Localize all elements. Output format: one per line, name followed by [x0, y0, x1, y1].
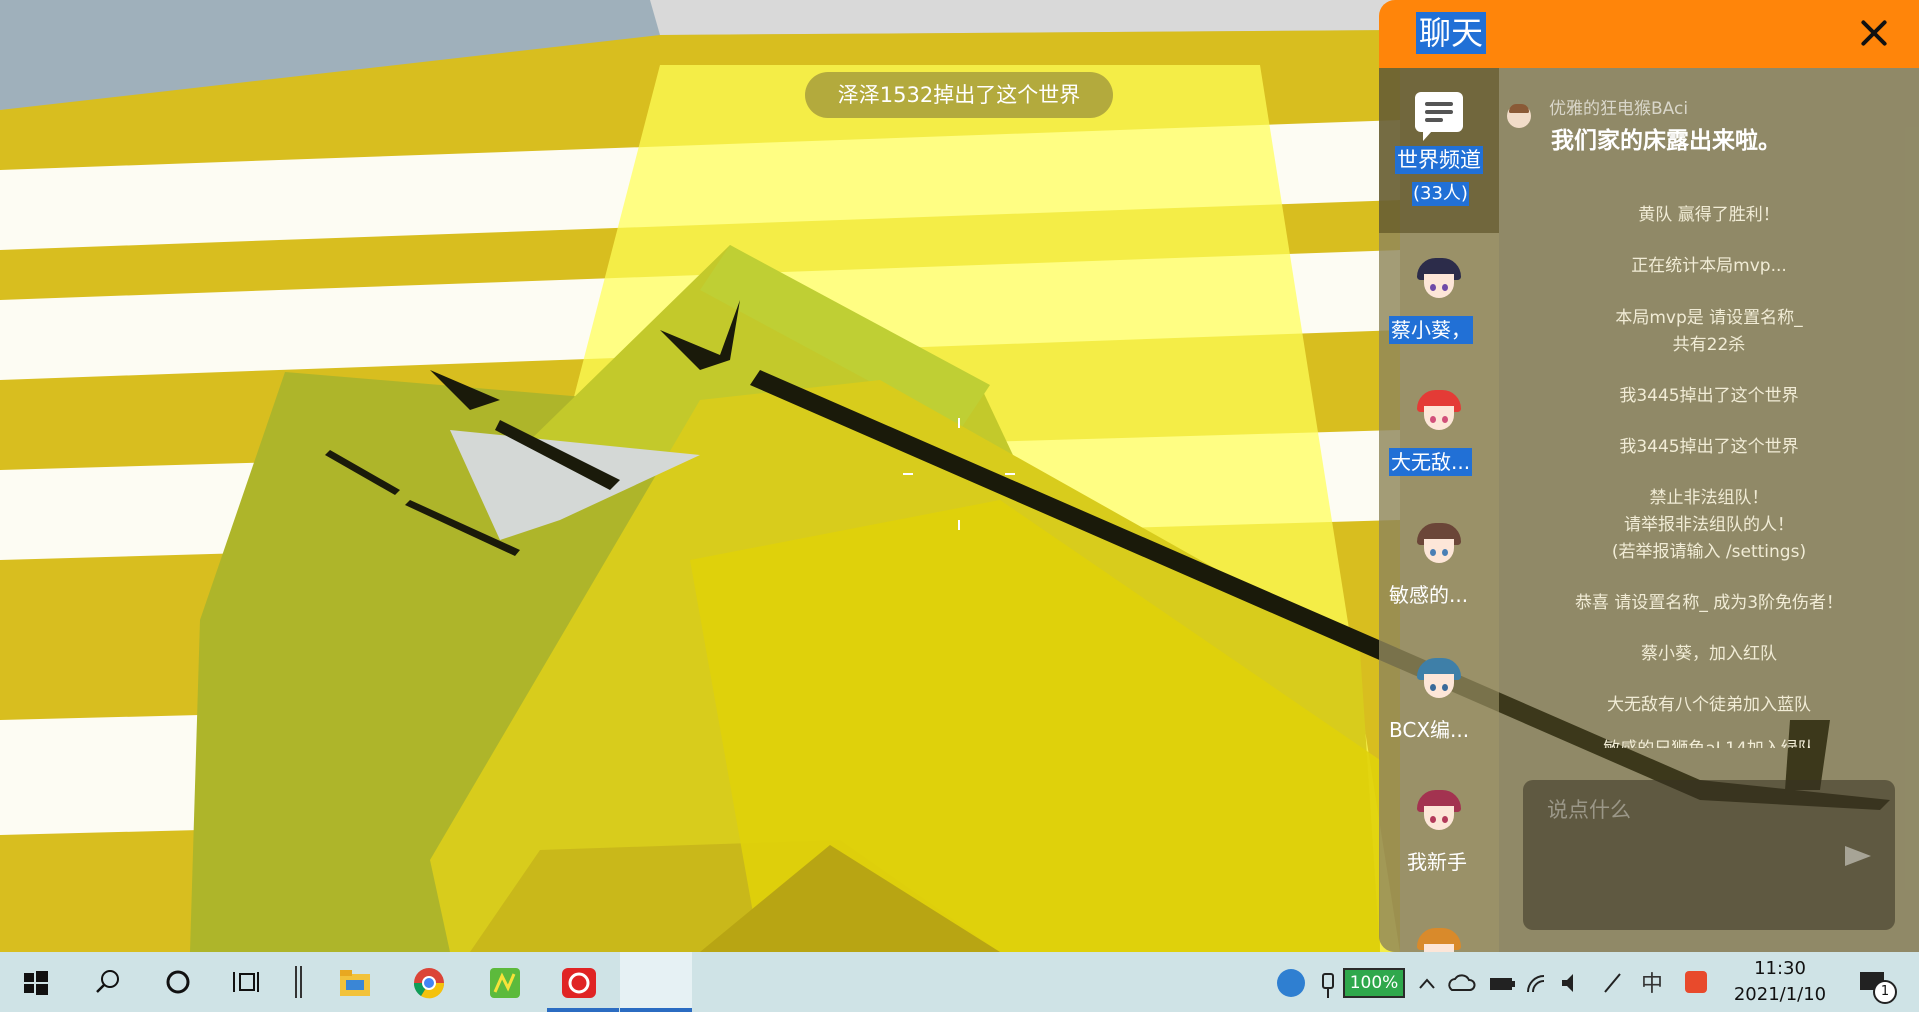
- system-message: 敏感的兄狮鱼aL14加入绿队: [1499, 736, 1919, 748]
- taskbar-netease-music-button[interactable]: [547, 952, 619, 1012]
- system-message: 本局mvp是 请设置名称_: [1615, 308, 1803, 328]
- user-item[interactable]: 敏感的...: [1379, 523, 1499, 643]
- chat-panel: 聊天 世界频道 (33人) 蔡小葵， 大无敌... 敏感的... BCX编...…: [1379, 0, 1919, 952]
- search-button[interactable]: [74, 952, 146, 1012]
- message-sender: 优雅的狂电猴BAci: [1549, 99, 1689, 119]
- taskbar-icons-graphic: [24, 966, 1884, 1000]
- start-button[interactable]: [0, 952, 70, 1012]
- task-view-button[interactable]: [215, 952, 287, 1012]
- input-method-indicator[interactable]: 中: [1641, 966, 1663, 998]
- avatar: [1417, 390, 1461, 434]
- chat-message: 优雅的狂电猴BAci 我们家的床露出来啦。: [1499, 98, 1919, 173]
- system-message: 正在统计本局mvp...: [1631, 256, 1787, 276]
- chat-input-box: [1523, 780, 1895, 930]
- channel-member-count: (33人): [1412, 182, 1469, 206]
- user-name: 大无敌...: [1389, 448, 1473, 476]
- user-item[interactable]: 我新手: [1379, 790, 1499, 910]
- clock-date: 2021/1/10: [1733, 984, 1827, 1005]
- user-item[interactable]: [1379, 928, 1499, 952]
- chat-bubble-icon: [1415, 92, 1463, 141]
- notification-badge[interactable]: 1: [1873, 980, 1897, 1004]
- chat-body: 世界频道 (33人) 蔡小葵， 大无敌... 敏感的... BCX编... 我新…: [1379, 68, 1919, 952]
- channel-name: 世界频道: [1395, 146, 1483, 174]
- avatar: [1417, 928, 1461, 952]
- chat-title: 聊天: [1416, 12, 1487, 54]
- system-clock[interactable]: 11:30 2021/1/10: [1720, 956, 1840, 1008]
- chat-header: 聊天: [1379, 0, 1919, 68]
- taskbar-game-button[interactable]: [620, 952, 692, 1012]
- chat-sidebar: 世界频道 (33人) 蔡小葵， 大无敌... 敏感的... BCX编... 我新…: [1379, 68, 1499, 952]
- user-name: BCX编...: [1389, 718, 1470, 742]
- send-icon[interactable]: [1845, 846, 1871, 866]
- system-message: 黄队 赢得了胜利！: [1638, 205, 1780, 225]
- message-text: 我们家的床露出来啦。: [1551, 128, 1781, 154]
- cortana-button[interactable]: [145, 952, 217, 1012]
- broadcast-message: 泽泽1532掉出了这个世界: [805, 72, 1113, 118]
- system-message: 共有22杀: [1672, 335, 1746, 355]
- taskbar: 100% 中 11:30 2021/1/10 1: [0, 952, 1919, 1012]
- user-name: 我新手: [1407, 850, 1467, 874]
- system-message: 蔡小葵，加入红队: [1641, 644, 1777, 664]
- system-message: 大无敌有八个徒弟加入蓝队: [1607, 695, 1811, 715]
- clock-time: 11:30: [1754, 958, 1806, 979]
- chat-input[interactable]: [1545, 794, 1849, 826]
- user-name: 蔡小葵，: [1389, 316, 1473, 344]
- user-item[interactable]: BCX编...: [1379, 658, 1499, 778]
- avatar: [1417, 258, 1461, 302]
- taskbar-chrome-button[interactable]: [394, 952, 466, 1012]
- close-icon[interactable]: [1855, 14, 1893, 52]
- system-message: (若举报请输入 /settings): [1611, 542, 1807, 562]
- system-message: 请举报非法组队的人！: [1624, 515, 1794, 535]
- system-message: 我3445掉出了这个世界: [1619, 386, 1799, 406]
- taskbar-file-explorer-button[interactable]: [318, 952, 390, 1012]
- avatar: [1417, 658, 1461, 702]
- system-message: 禁止非法组队！: [1649, 488, 1769, 508]
- system-message: 我3445掉出了这个世界: [1619, 437, 1799, 457]
- battery-percentage[interactable]: 100%: [1343, 968, 1405, 998]
- user-item[interactable]: 大无敌...: [1379, 390, 1499, 510]
- user-item[interactable]: 蔡小葵，: [1379, 258, 1499, 378]
- world-channel-tab[interactable]: 世界频道 (33人): [1379, 68, 1499, 233]
- avatar: [1417, 523, 1461, 567]
- user-name: 敏感的...: [1389, 583, 1469, 607]
- message-list[interactable]: 优雅的狂电猴BAci 我们家的床露出来啦。 黄队 赢得了胜利！ 正在统计本局mv…: [1499, 68, 1919, 748]
- system-message: 恭喜 请设置名称_ 成为3阶免伤者！: [1574, 593, 1844, 613]
- avatar: [1507, 104, 1531, 128]
- avatar: [1417, 790, 1461, 834]
- taskbar-app-button[interactable]: [468, 952, 540, 1012]
